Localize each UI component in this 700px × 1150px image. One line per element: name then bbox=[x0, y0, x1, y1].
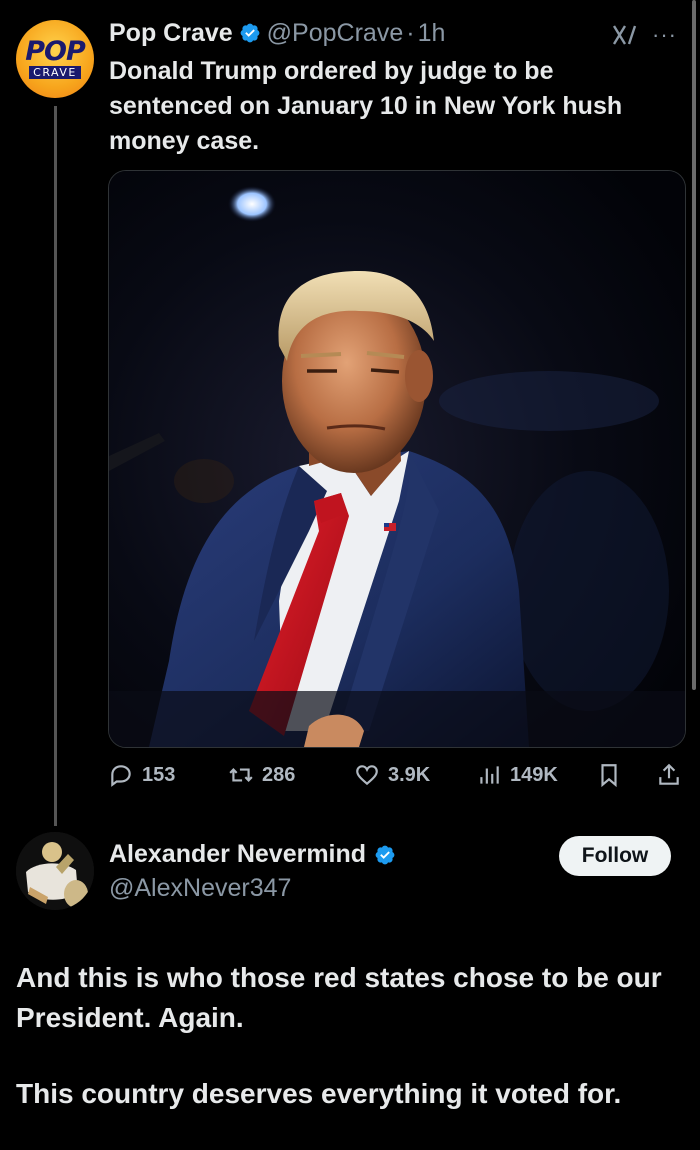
avatar-photo bbox=[16, 832, 94, 910]
reply-author: Alexander Nevermind bbox=[109, 840, 402, 869]
views-action[interactable]: 149K bbox=[476, 758, 558, 792]
share-icon bbox=[659, 763, 679, 785]
bookmark-action[interactable] bbox=[596, 758, 630, 792]
like-icon bbox=[356, 765, 378, 786]
author-handle[interactable]: @PopCrave bbox=[267, 19, 404, 48]
like-count: 3.9K bbox=[388, 763, 431, 786]
thread-line bbox=[54, 106, 57, 826]
avatar-alexnever[interactable] bbox=[16, 832, 94, 910]
tweet-time[interactable]: 1h bbox=[418, 19, 446, 48]
reply-action[interactable]: 153 bbox=[108, 758, 175, 792]
verified-icon bbox=[240, 23, 260, 43]
tweet-text: Donald Trump ordered by judge to be sent… bbox=[109, 57, 623, 155]
follow-button[interactable]: Follow bbox=[559, 836, 671, 876]
reply-paragraph: This country deserves everything it vote… bbox=[16, 1078, 622, 1109]
author-name[interactable]: Pop Crave bbox=[109, 19, 233, 48]
reply-handle[interactable]: @AlexNever347 bbox=[109, 874, 291, 903]
grok-icon[interactable] bbox=[610, 20, 640, 50]
reply-author-name[interactable]: Alexander Nevermind bbox=[109, 840, 366, 869]
reply-icon bbox=[111, 765, 131, 787]
avatar-logo-subtext: CRAVE bbox=[29, 66, 81, 79]
bookmark-icon bbox=[601, 764, 617, 788]
repost-action[interactable]: 286 bbox=[228, 758, 295, 792]
tweet-actions: 153 286 3.9K 149K bbox=[108, 758, 688, 792]
photo-trump-portrait bbox=[109, 171, 685, 747]
reply-count: 153 bbox=[142, 763, 176, 786]
tweet-header: Pop Crave @PopCrave · 1h bbox=[109, 16, 445, 50]
reply-paragraph: And this is who those red states chose t… bbox=[16, 962, 662, 1033]
verified-icon bbox=[375, 845, 395, 864]
avatar-logo-text: POP bbox=[25, 36, 86, 67]
share-action[interactable] bbox=[656, 758, 690, 792]
time-separator: · bbox=[406, 18, 415, 47]
repost-count: 286 bbox=[262, 763, 296, 786]
repost-icon bbox=[229, 768, 253, 782]
views-icon bbox=[480, 766, 499, 784]
more-icon[interactable]: ··· bbox=[652, 22, 677, 48]
avatar-popcrave[interactable]: POP CRAVE bbox=[16, 20, 94, 98]
scrollbar[interactable] bbox=[692, 0, 696, 690]
like-action[interactable]: 3.9K bbox=[354, 758, 430, 792]
views-count: 149K bbox=[510, 763, 558, 786]
reply-text: And this is who those red states chose t… bbox=[16, 958, 686, 1150]
tweet-photo[interactable] bbox=[108, 170, 686, 748]
